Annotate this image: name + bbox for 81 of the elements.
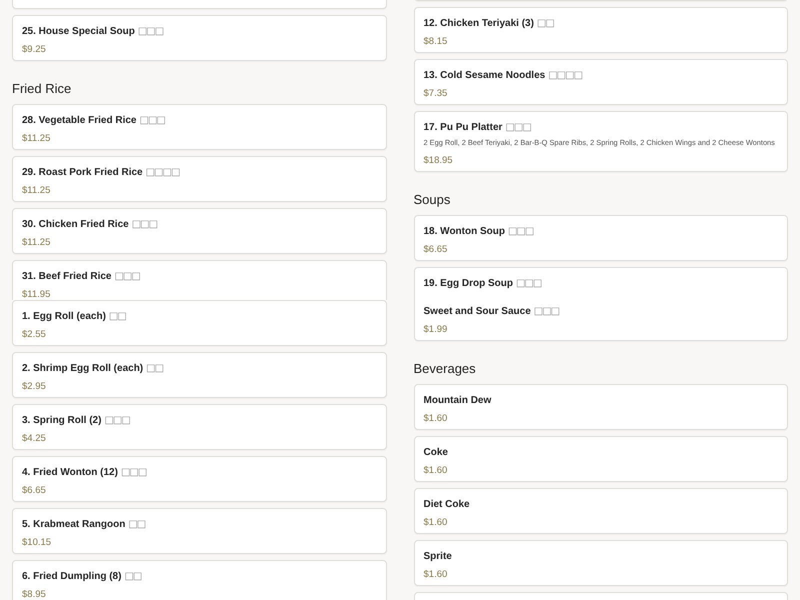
item-price: $11.25 <box>22 184 52 197</box>
chinese-name: □□ <box>536 17 554 30</box>
chinese-name: □□ <box>146 362 164 375</box>
item-name: Sweet and Sour Sauce <box>424 305 531 318</box>
item-name: 17. Pu Pu Platter <box>424 121 502 134</box>
menu-item-card[interactable]: 4. Fried Wonton (12) □□□ $6.65 <box>12 456 386 502</box>
chinese-name: □□□ <box>140 114 165 127</box>
chinese-name: □□□ <box>138 25 164 38</box>
menu-item-card[interactable]: 3. Spring Roll (2) □□□ $4.25 <box>12 404 386 450</box>
item-name: 4. Fried Wonton (12) <box>22 466 118 479</box>
item-price: $7.35 <box>424 87 448 100</box>
item-name: 30. Chicken Fried Rice <box>22 218 129 231</box>
menu-item-card[interactable]: 19. Egg Drop Soup □□□ <box>414 267 788 300</box>
menu-item-card[interactable]: Coke $1.60 <box>414 436 788 482</box>
item-price: $1.60 <box>424 516 448 529</box>
item-price: $10.15 <box>22 536 52 549</box>
item-name: Coke <box>424 446 448 459</box>
menu-item-card[interactable]: 25. House Special Soup □□□ $9.25 <box>12 15 386 61</box>
item-price: $8.15 <box>424 35 448 48</box>
chinese-name: □□□ <box>534 305 560 318</box>
item-name: 3. Spring Roll (2) <box>22 414 102 427</box>
item-name: 18. Wonton Soup <box>424 225 505 238</box>
chinese-name: □□□□ <box>146 166 180 179</box>
chinese-name: □□□ <box>120 466 146 479</box>
chinese-name: □□ <box>128 518 146 531</box>
chinese-name: □□□ <box>505 121 531 134</box>
item-name: 25. House Special Soup <box>22 25 135 38</box>
item-price: $11.95 <box>22 288 52 300</box>
menu-item-card[interactable]: 13. Cold Sesame Noodles □□□□ $7.35 <box>414 59 788 105</box>
chinese-name: □□□ <box>132 218 158 231</box>
item-name: 5. Krabmeat Rangoon <box>22 518 126 531</box>
item-name: 19. Egg Drop Soup <box>424 277 513 290</box>
menu-item-card[interactable]: 1. Egg Roll (each) □□ $2.55 <box>12 300 386 346</box>
item-price: $4.25 <box>22 432 47 445</box>
menu-item-card[interactable]: 31. Beef Fried Rice □□□ $11.95 <box>12 260 386 300</box>
item-price: $1.60 <box>424 464 448 477</box>
menu-item-card[interactable]: 5. Krabmeat Rangoon □□ $10.15 <box>12 508 386 554</box>
menu-item-card[interactable]: 12. Chicken Teriyaki (3) □□ $8.15 <box>414 7 788 53</box>
menu-item-card[interactable]: Sprite $1.60 <box>414 540 788 586</box>
item-name: 2. Shrimp Egg Roll (each) <box>22 362 144 375</box>
menu-item-card[interactable]: 30. Chicken Fried Rice □□□ $11.25 <box>12 208 386 254</box>
item-price: $6.65 <box>22 484 47 497</box>
item-name: Sprite <box>424 550 452 563</box>
item-name: 12. Chicken Teriyaki (3) <box>424 17 534 30</box>
item-price: $1.60 <box>424 412 448 425</box>
chinese-name: □□□ <box>104 414 130 427</box>
section-heading: Fried Rice <box>12 81 72 97</box>
item-name: Mountain Dew <box>424 394 492 407</box>
menu-item-card[interactable]: 29. Roast Pork Fried Rice □□□□ $11.25 <box>12 156 386 202</box>
menu-item-card[interactable]: Sweet and Sour Sauce □□□ $1.99 <box>414 300 788 341</box>
item-price: $11.25 <box>22 236 52 249</box>
item-price: $1.99 <box>424 323 448 336</box>
item-name: Diet Coke <box>424 498 470 511</box>
item-price: $18.95 <box>424 154 454 167</box>
chinese-name: □□□ <box>114 270 140 283</box>
item-price: $8.95 <box>22 588 47 600</box>
chinese-name: □□□ <box>516 277 542 290</box>
menu-item-card[interactable]: 28. Vegetable Fried Rice □□□ $11.25 <box>12 104 386 150</box>
item-price: $2.55 <box>22 328 47 341</box>
section-heading: Beverages <box>414 361 477 377</box>
item-price: $6.65 <box>424 243 448 256</box>
section-heading: Soups <box>414 192 452 208</box>
chinese-name: □□ <box>124 570 142 583</box>
item-name: 29. Roast Pork Fried Rice <box>22 166 143 179</box>
menu-item-card[interactable]: 6. Fried Dumpling (8) □□ $8.95 <box>12 560 386 600</box>
chinese-name: □□ <box>108 310 126 323</box>
menu-item-card[interactable]: 18. Wonton Soup □□□ $6.65 <box>414 215 788 261</box>
chinese-name: □□□□ <box>548 69 582 82</box>
item-name: 31. Beef Fried Rice <box>22 270 112 283</box>
chinese-name: □□□ <box>508 225 534 238</box>
menu-item-card[interactable]: 2. Shrimp Egg Roll (each) □□ $2.95 <box>12 352 386 398</box>
item-price: $9.25 <box>22 43 47 56</box>
item-price: $1.60 <box>424 568 448 581</box>
item-name: 28. Vegetable Fried Rice <box>22 114 136 127</box>
item-price: $2.95 <box>22 380 47 393</box>
item-name: 1. Egg Roll (each) <box>22 310 106 323</box>
menu-item-card[interactable]: Mountain Dew $1.60 <box>414 384 788 430</box>
item-name: 6. Fried Dumpling (8) <box>22 570 122 583</box>
menu-item-card[interactable]: Diet Coke $1.60 <box>414 488 788 534</box>
item-name: 13. Cold Sesame Noodles <box>424 69 546 82</box>
item-price: $11.25 <box>22 132 52 145</box>
